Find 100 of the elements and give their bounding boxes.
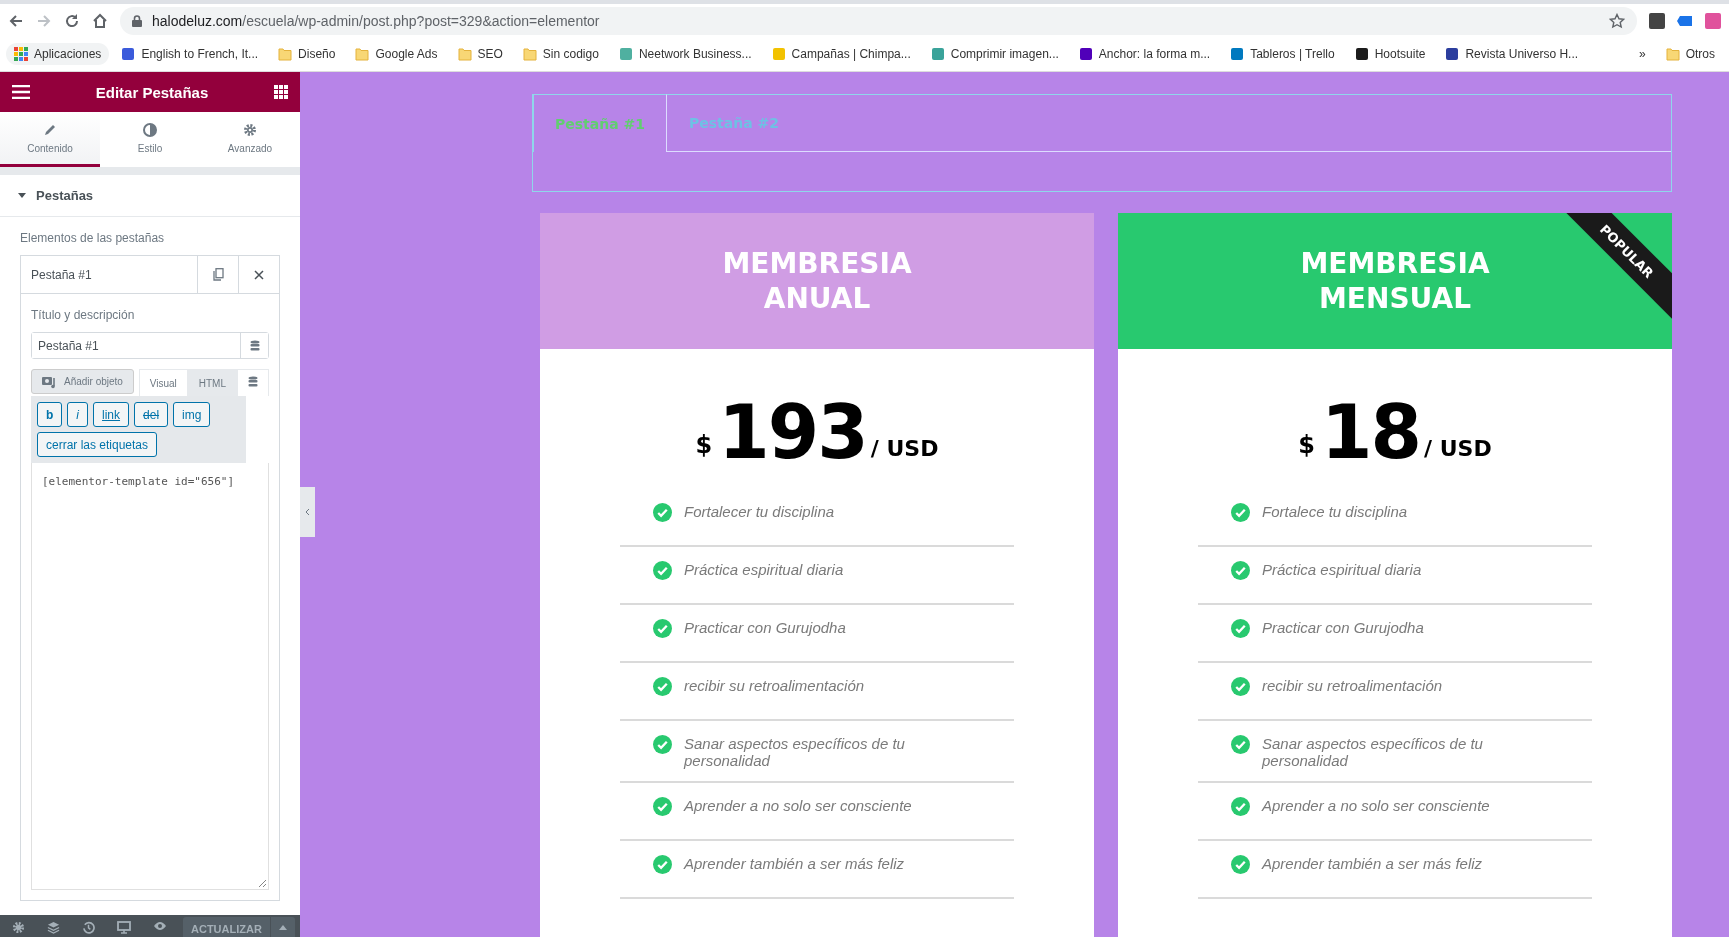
check-icon [1231,797,1250,816]
url-host: halodeluz.com [152,12,243,29]
editor-mode-tab[interactable]: Visual [138,369,188,396]
site-icon [1078,47,1093,61]
check-icon [1231,561,1250,580]
feature-text: Practicar con Gurujodha [684,619,846,636]
section-title[interactable]: Pestañas [36,188,94,203]
apps-icon [14,47,28,61]
bookmark[interactable]: Revista Universo H... [1437,43,1587,65]
folder-icon [457,47,472,61]
feature-text: recibir su retroalimentación [684,677,865,694]
bookmark[interactable]: Campañas | Chimpa... [763,43,919,65]
check-icon [653,619,672,638]
bookmark[interactable]: Tableros | Trello [1222,43,1343,65]
check-icon [1231,855,1250,874]
repeater-item-title[interactable]: Pestaña #1 [21,256,197,293]
check-icon [653,855,672,874]
format-button[interactable]: del [134,402,169,427]
plan-title: MEMBRESIA MENSUAL [1299,246,1491,316]
folder-icon [522,47,537,61]
bookmark[interactable]: SEO [449,43,511,65]
panel-title: Editar Pestañas [95,83,209,101]
site-icon [1230,47,1245,61]
check-icon [653,503,672,522]
grid-icon[interactable] [274,85,288,99]
bookmark[interactable]: Google Ads [347,43,446,65]
check-icon [1231,677,1250,696]
bookmark[interactable]: Diseño [270,43,344,65]
site-icon [1445,47,1460,61]
close-tags-button[interactable]: cerrar las etiquetas [37,432,158,457]
field-label: Título y descripción [31,308,136,322]
resize-grip-icon[interactable] [258,879,266,887]
feature-text: Aprender a no solo ser consciente [684,797,912,814]
back-icon[interactable] [8,12,24,29]
format-button[interactable]: link [93,402,130,427]
address-bar[interactable]: halodeluz.com/escuela/wp-admin/post.php?post=329&action=elementor [120,6,1637,35]
check-icon [653,735,672,754]
format-button[interactable]: i [67,402,88,427]
check-icon [653,561,672,580]
format-button[interactable]: img [173,402,211,427]
check-icon [1231,735,1250,754]
home-icon[interactable] [92,12,108,29]
check-icon [1231,503,1250,522]
price-period: / USD [1424,436,1492,461]
caret-up-icon[interactable] [278,925,287,930]
editor-mode-tab[interactable]: HTML [187,369,237,396]
check-icon [1231,619,1250,638]
site-icon [618,47,633,61]
bookmark[interactable]: Otros [1657,43,1723,65]
field-label: Elementos de las pestañas [20,231,166,245]
format-button[interactable]: b [37,402,63,427]
url-path: /escuela/wp-admin/post.php?post=329&action=elementor [242,12,600,29]
check-icon [653,797,672,816]
feature-text: recibir su retroalimentación [1262,677,1443,694]
feature-text: Practicar con Gurujodha [1262,619,1424,636]
media-icon [42,374,58,389]
check-icon [653,677,672,696]
feature-text: Aprender también a ser más feliz [684,855,905,872]
bookmark[interactable]: Anchor: la forma m... [1070,43,1219,65]
site-icon [930,47,945,61]
bookmark[interactable]: English to French, It... [113,43,267,65]
collapse-handle[interactable] [300,487,315,537]
copy-icon [212,268,224,281]
database-icon [248,376,258,388]
extension-icon[interactable] [1649,12,1665,29]
feature-text: Sanar aspectos específicos de tu personalidad [684,735,906,769]
price: 18 [1321,395,1420,469]
dynamic-tags-button[interactable] [237,369,269,396]
database-icon [249,339,260,352]
currency-symbol: $ [1298,431,1315,459]
reload-icon[interactable] [64,12,80,29]
caret-down-icon[interactable] [18,193,26,198]
folder-icon [355,47,370,61]
contrast-icon [143,122,157,137]
feature-text: Fortalece tu disciplina [1262,503,1408,520]
feature-text: Sanar aspectos específicos de tu personalidad [1262,735,1484,769]
site-icon [121,47,136,61]
currency-symbol: $ [695,431,713,459]
bookmark[interactable]: Sin codigo [514,43,607,65]
menu-icon[interactable] [12,85,30,99]
bookmark[interactable]: Neetwork Business... [610,43,760,65]
content-textarea[interactable]: [elementor-template id="656"] [31,463,269,890]
plan-title: MEMBRESIA ANUAL [721,246,913,316]
price-period: / USD [870,436,939,461]
bookmark[interactable]: Aplicaciones [6,43,110,65]
close-icon [254,269,264,280]
star-icon[interactable] [1609,12,1625,29]
folder-icon [278,47,293,61]
folder-icon [1665,47,1680,61]
feature-text: Práctica espiritual diaria [1262,561,1422,578]
add-media-button[interactable]: Añadir objeto [31,369,134,394]
bookmark[interactable]: Hootsuite [1346,43,1434,65]
bookmark[interactable]: Comprimir imagen... [922,43,1067,65]
title-field[interactable]: Pestaña #1 [31,332,269,359]
pencil-icon [43,122,57,137]
site-icon [771,47,786,61]
feature-text: Aprender también a ser más feliz [1262,855,1483,872]
feature-text: Aprender a no solo ser consciente [1262,797,1490,814]
more-bookmarks[interactable]: » [1630,43,1654,65]
price: 193 [718,395,867,469]
